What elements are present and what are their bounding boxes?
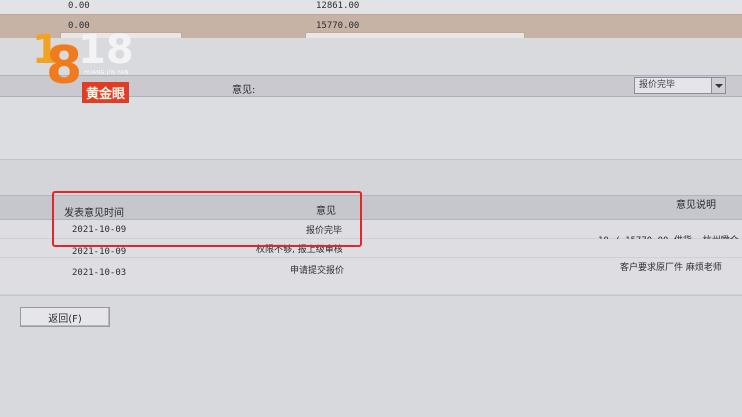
row-time: 2021-10-03: [72, 268, 127, 278]
row1-amount: 12861.00: [316, 1, 360, 11]
chevron-down-icon[interactable]: [711, 78, 725, 93]
highlight-box: [52, 191, 362, 247]
header-explanation: 意见说明: [676, 200, 716, 211]
blank-area-2: [0, 159, 742, 195]
logo-subtitle: HUANG JIN YAN: [84, 70, 129, 76]
logo-name: 黄金眼: [82, 82, 130, 103]
opinion-select-value: 报价完毕: [639, 80, 676, 90]
bottom-area: [0, 295, 742, 417]
logo-digits-18: 18: [78, 27, 134, 73]
row-time: 2021-10-09: [72, 247, 127, 257]
row1-left-value: 0.00: [68, 1, 90, 11]
row2-amount: 15770.00: [316, 21, 360, 31]
table-row[interactable]: 2021-10-03 申请提交报价 客户要求原厂件 麻烦老师: [0, 258, 742, 295]
logo-digit-8: 8: [46, 36, 83, 96]
row-opinion: 申请提交报价: [290, 266, 345, 276]
row-explanation: 客户要求原厂件 麻烦老师: [620, 263, 722, 273]
back-button[interactable]: 返回(F): [20, 307, 110, 327]
data-row-1: 0.00 12861.00: [0, 0, 742, 14]
opinion-label: 意见:: [232, 85, 256, 96]
opinion-select[interactable]: 报价完毕: [634, 77, 726, 94]
channel-logo: 1 8 18 HUANG JIN YAN 黄金眼: [32, 30, 150, 110]
